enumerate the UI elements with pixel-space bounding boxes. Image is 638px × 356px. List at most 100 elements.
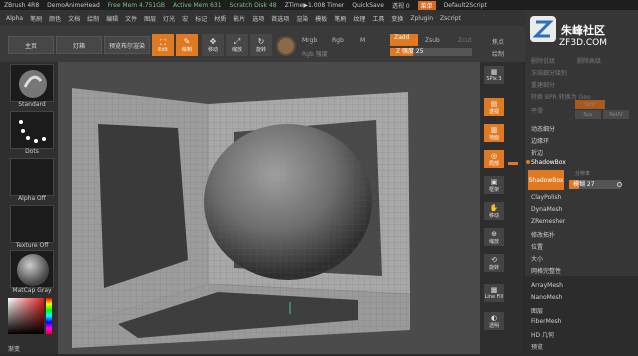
position-section[interactable]: 位置 bbox=[531, 242, 543, 251]
mrgb-button[interactable]: Mrgb bbox=[302, 37, 317, 44]
modify-topology-section[interactable]: 修改拓扑 bbox=[531, 230, 555, 239]
menu-item[interactable]: 材质 bbox=[214, 14, 226, 23]
freeze-subdiv-button[interactable]: 冻结细分级别 bbox=[531, 68, 567, 77]
nanomesh-section[interactable]: NanoMesh bbox=[531, 294, 562, 301]
texture-selector[interactable] bbox=[10, 205, 54, 243]
preview-bpr-button[interactable]: 预览布尔渲染 bbox=[104, 36, 150, 54]
lightbox-button[interactable]: 灯箱 bbox=[56, 36, 102, 54]
rgb-button[interactable]: Rgb bbox=[332, 37, 344, 44]
menu-item[interactable]: 标记 bbox=[195, 14, 207, 23]
menu-item[interactable]: 渲染 bbox=[296, 14, 308, 23]
scale-button[interactable]: ⤢ 缩放 bbox=[226, 34, 248, 56]
scale-view-button[interactable]: ⊕ 缩放 bbox=[484, 228, 504, 246]
draw-size-slider[interactable]: 绘制 bbox=[492, 49, 504, 58]
menu-item[interactable]: 工具 bbox=[372, 14, 384, 23]
m-button[interactable]: M bbox=[360, 37, 365, 44]
spix-button[interactable]: ▦ SPix 3 bbox=[484, 66, 504, 84]
menu-item[interactable]: 颜色 bbox=[49, 14, 61, 23]
stroke-selector[interactable] bbox=[10, 111, 54, 149]
arraymesh-section[interactable]: ArrayMesh bbox=[531, 282, 563, 289]
delete-higher-button[interactable]: 删除高级 bbox=[577, 56, 601, 65]
move-button[interactable]: ✥ 移动 bbox=[202, 34, 224, 56]
zcut-button[interactable]: Zcut bbox=[458, 37, 472, 44]
hd-geometry-section[interactable]: HD 几何 bbox=[531, 330, 554, 339]
menu-item[interactable]: 灯光 bbox=[163, 14, 175, 23]
logo-title: 朱峰社区 bbox=[561, 24, 605, 37]
brush-selector[interactable] bbox=[10, 64, 54, 102]
menu-item[interactable]: 笔刷 bbox=[30, 14, 42, 23]
dynamic-subdiv-button[interactable]: 动态细分 bbox=[531, 124, 555, 133]
transparency-icon: ◐ bbox=[490, 313, 498, 322]
quicksave-button[interactable]: QuickSave bbox=[352, 2, 384, 9]
line-fill-label: Line Fill bbox=[484, 294, 504, 300]
alpha-selector[interactable] bbox=[10, 158, 54, 196]
scroll-marker[interactable] bbox=[508, 162, 518, 165]
menu-item[interactable]: 首选项 bbox=[271, 14, 289, 23]
slider-handle-icon[interactable] bbox=[617, 182, 622, 187]
menu-item[interactable]: Alpha bbox=[6, 15, 23, 22]
menu-item[interactable]: 编辑 bbox=[106, 14, 118, 23]
reconstruct-subdiv-button[interactable]: 重建细分 bbox=[531, 80, 555, 89]
menu-item[interactable]: 变换 bbox=[391, 14, 403, 23]
edge-loop-button[interactable]: 边缘环 bbox=[531, 136, 549, 145]
blur-slider-label: 模糊 27 bbox=[573, 181, 595, 188]
menu-item[interactable]: 模板 bbox=[315, 14, 327, 23]
move-view-button[interactable]: ✋ 移动 bbox=[484, 202, 504, 220]
delete-lower-button[interactable]: 删除低级 bbox=[531, 56, 555, 65]
frame-button[interactable]: ▣ 框架 bbox=[484, 176, 504, 194]
rotate-button[interactable]: ↻ 旋转 bbox=[250, 34, 272, 56]
menu-item[interactable]: 宏 bbox=[182, 14, 188, 23]
blur-slider[interactable]: 模糊 27 bbox=[569, 180, 621, 189]
menu-item[interactable]: 绘制 bbox=[87, 14, 99, 23]
dots-stroke-icon bbox=[19, 120, 46, 143]
shadowbox-section-title[interactable]: ShadowBox bbox=[531, 159, 566, 166]
menu-item[interactable]: 文件 bbox=[125, 14, 137, 23]
hue-slider[interactable] bbox=[46, 298, 52, 334]
color-picker[interactable] bbox=[8, 298, 44, 334]
menu-item[interactable]: 文档 bbox=[68, 14, 80, 23]
focal-shift-slider[interactable]: 焦点 bbox=[492, 37, 504, 46]
preview-section[interactable]: 预览 bbox=[531, 342, 543, 351]
floor-button[interactable]: ▥ 地面 bbox=[484, 124, 504, 142]
menu-item[interactable]: Zscript bbox=[440, 15, 461, 22]
line-fill-button[interactable]: ▩ Line Fill bbox=[484, 284, 504, 302]
material-sphere-icon[interactable] bbox=[276, 36, 296, 56]
z-intensity-slider[interactable]: Z 强度 25 bbox=[390, 48, 472, 56]
claypolish-section[interactable]: ClayPolish bbox=[531, 194, 561, 201]
layers-section[interactable]: 图层 bbox=[531, 306, 543, 315]
reuv-button[interactable]: ReUV bbox=[603, 110, 629, 119]
local-button[interactable]: ◎ 局部 bbox=[484, 150, 504, 168]
local-icon: ◎ bbox=[490, 151, 498, 160]
menu-item[interactable]: Zplugin bbox=[410, 15, 433, 22]
document-canvas[interactable] bbox=[58, 62, 480, 354]
menu-item[interactable]: 图层 bbox=[144, 14, 156, 23]
script-name[interactable]: Default2Script bbox=[444, 2, 487, 9]
fibermesh-section[interactable]: FiberMesh bbox=[531, 318, 561, 325]
zremesher-section[interactable]: ZRemesher bbox=[531, 218, 565, 225]
draw-button[interactable]: ✎ 绘制 bbox=[176, 34, 198, 56]
mesh-integrity-section[interactable]: 网格完整性 bbox=[531, 266, 561, 275]
size-section[interactable]: 大小 bbox=[531, 254, 543, 263]
rotate-view-button[interactable]: ⟲ 旋转 bbox=[484, 254, 504, 272]
transparency-button[interactable]: ◐ 透明 bbox=[484, 312, 504, 330]
home-button[interactable]: 主页 bbox=[8, 36, 54, 54]
shadowbox-toggle[interactable]: ShadowBox bbox=[528, 170, 564, 190]
menu-item[interactable]: 选项 bbox=[252, 14, 264, 23]
edit-button[interactable]: ⛶ Edit bbox=[152, 34, 174, 56]
suv-button[interactable]: Suv bbox=[575, 110, 601, 119]
zadd-button[interactable]: Zadd bbox=[390, 34, 418, 46]
material-selector[interactable] bbox=[10, 250, 54, 288]
perspective-button[interactable]: ▤ 透视 bbox=[484, 98, 504, 116]
dynamesh-section[interactable]: DynaMesh bbox=[531, 206, 562, 213]
menu-item[interactable]: 影片 bbox=[233, 14, 245, 23]
zsub-button[interactable]: Zsub bbox=[425, 37, 440, 44]
smt-button[interactable]: Smt bbox=[575, 100, 605, 109]
crease-button[interactable]: 折边 bbox=[531, 148, 543, 157]
menu-button[interactable]: 菜单 bbox=[417, 0, 436, 10]
transparency-control[interactable]: 透视 0 bbox=[392, 1, 410, 10]
menu-item[interactable]: 笔刷 bbox=[334, 14, 346, 23]
menu-item[interactable]: 纹理 bbox=[353, 14, 365, 23]
move-view-label: 移动 bbox=[488, 212, 499, 219]
ztime: ZTime▶1.008 Timer bbox=[284, 1, 345, 9]
rgb-intensity-slider[interactable]: Rgb 强度 bbox=[302, 49, 328, 58]
